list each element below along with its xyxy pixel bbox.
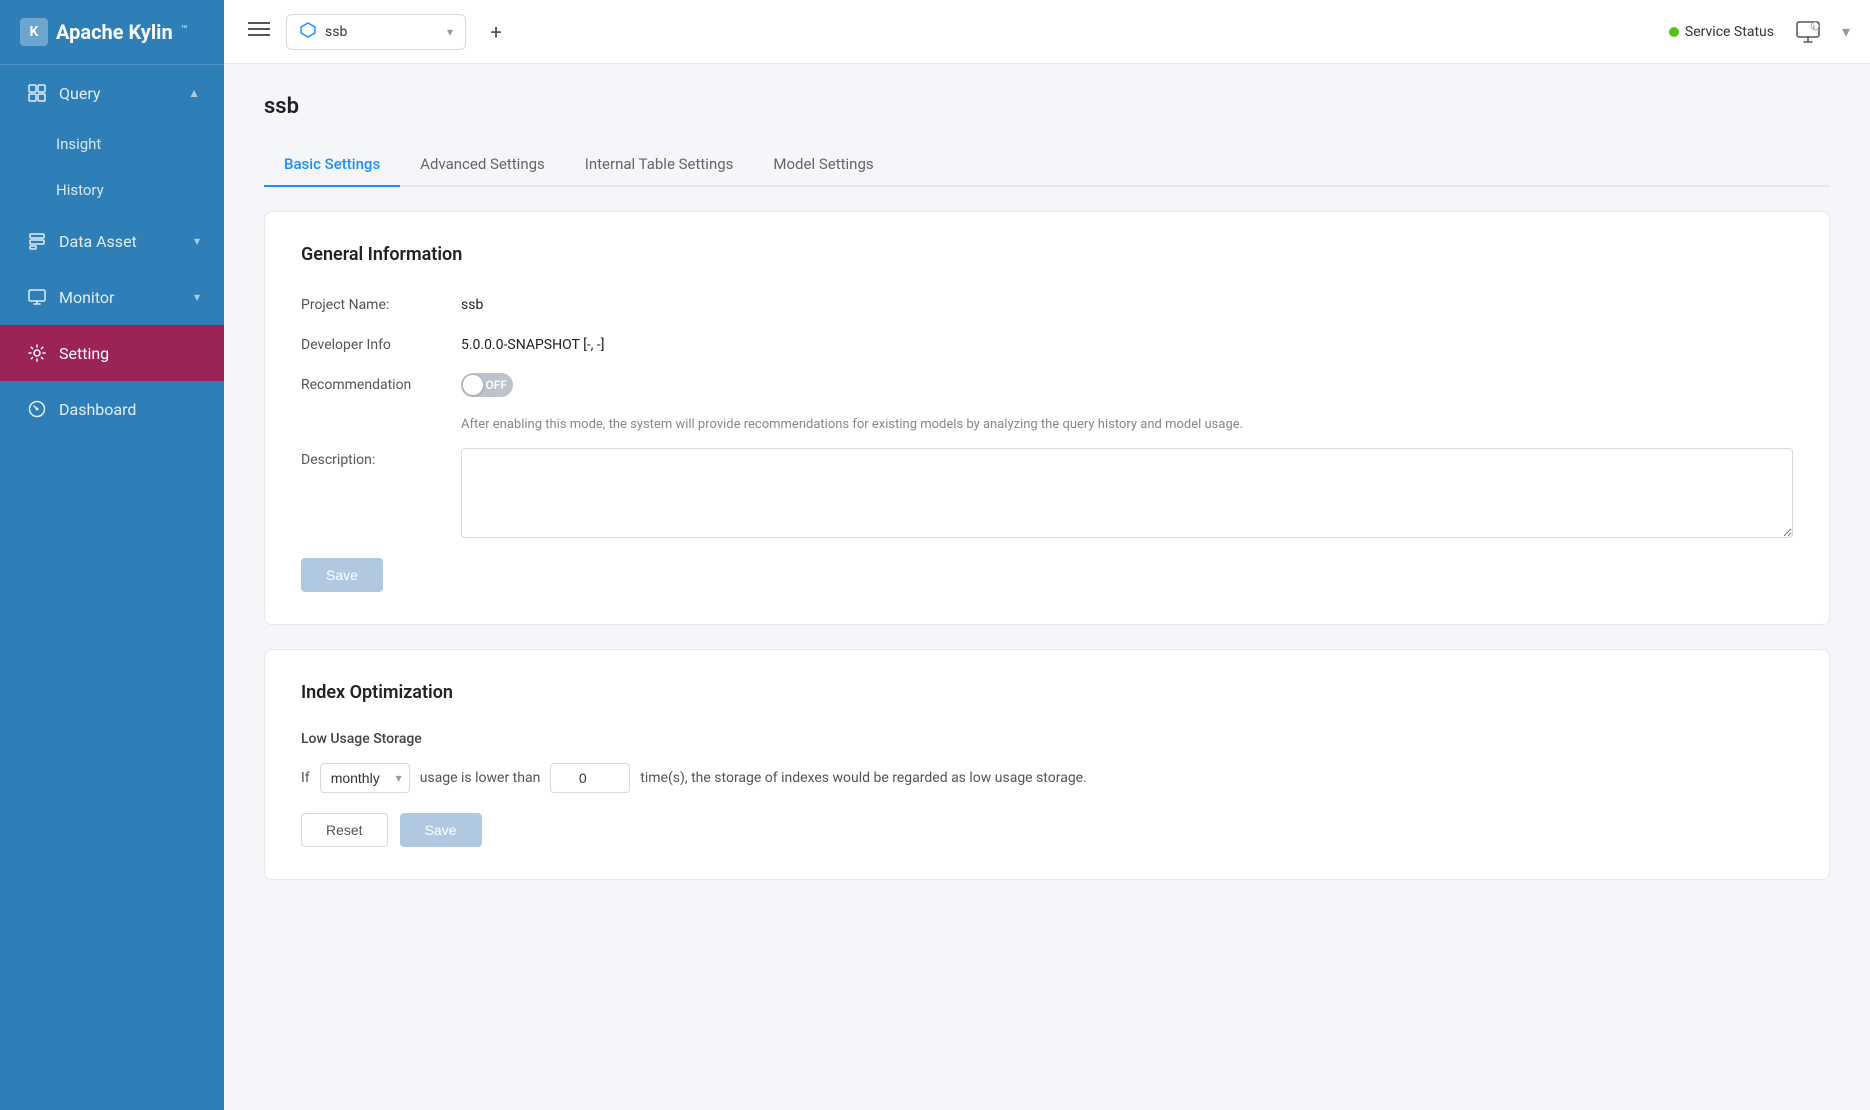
frequency-select-wrapper: monthly weekly daily bbox=[320, 763, 410, 793]
tab-model-settings[interactable]: Model Settings bbox=[753, 143, 893, 187]
sidebar-item-dashboard[interactable]: Dashboard bbox=[0, 381, 224, 437]
toggle-track: OFF bbox=[461, 373, 513, 397]
sidebar-item-history[interactable]: History bbox=[0, 167, 224, 213]
settings-tabs: Basic Settings Advanced Settings Interna… bbox=[264, 143, 1830, 187]
recommendation-toggle[interactable]: OFF bbox=[461, 373, 513, 397]
frequency-select[interactable]: monthly weekly daily bbox=[320, 763, 410, 793]
project-name-label: Project Name: bbox=[301, 293, 461, 313]
general-info-title: General Information bbox=[301, 244, 1793, 265]
dashboard-icon bbox=[27, 399, 47, 419]
if-label: If bbox=[301, 770, 310, 786]
svg-text:i: i bbox=[1813, 23, 1815, 31]
setting-icon bbox=[27, 343, 47, 363]
project-name-value: ssb bbox=[461, 293, 483, 313]
developer-info-value: 5.0.0.0-SNAPSHOT [-, -] bbox=[461, 333, 605, 353]
sidebar-item-label: Setting bbox=[59, 344, 109, 363]
tab-internal-table-settings[interactable]: Internal Table Settings bbox=[565, 143, 754, 187]
sidebar-item-query[interactable]: Query ▲ bbox=[0, 65, 224, 121]
dropdown-arrow-icon: ▾ bbox=[447, 25, 453, 39]
developer-info-row: Developer Info 5.0.0.0-SNAPSHOT [-, -] bbox=[301, 333, 1793, 353]
index-optimization-card: Index Optimization Low Usage Storage If … bbox=[264, 649, 1830, 880]
sidebar-item-insight[interactable]: Insight bbox=[0, 121, 224, 167]
toggle-off-label: OFF bbox=[486, 378, 508, 392]
sidebar-item-data-asset[interactable]: Data Asset ▾ bbox=[0, 213, 224, 269]
sidebar-item-monitor[interactable]: Monitor ▾ bbox=[0, 269, 224, 325]
usage-value-input[interactable] bbox=[550, 763, 630, 793]
data-asset-icon bbox=[27, 231, 47, 251]
recommendation-row: Recommendation OFF bbox=[301, 373, 1793, 397]
app-name: Apache Kylin bbox=[56, 20, 173, 44]
tab-advanced-settings[interactable]: Advanced Settings bbox=[400, 143, 565, 187]
sidebar-item-setting[interactable]: Setting bbox=[0, 325, 224, 381]
index-optimization-reset-button[interactable]: Reset bbox=[301, 813, 388, 847]
logo-icon: K bbox=[20, 18, 48, 46]
monitor-nav-icon bbox=[27, 287, 47, 307]
sidebar: K Apache Kylin ™ Query ▲ Insight History… bbox=[0, 0, 224, 1110]
hamburger-button[interactable] bbox=[244, 17, 274, 46]
service-status: Service Status bbox=[1669, 24, 1774, 40]
sidebar-sub-label: Insight bbox=[56, 135, 101, 153]
content-area: ssb Basic Settings Advanced Settings Int… bbox=[224, 64, 1870, 1110]
usage-lower-than-label: usage is lower than bbox=[420, 770, 541, 786]
app-trademark: ™ bbox=[181, 23, 188, 36]
sidebar-sub-label: History bbox=[56, 181, 104, 199]
recommendation-hint: After enabling this mode, the system wil… bbox=[461, 417, 1793, 432]
add-project-button[interactable]: + bbox=[478, 14, 514, 50]
service-status-label: Service Status bbox=[1685, 24, 1774, 40]
description-row: Description: bbox=[301, 448, 1793, 538]
general-info-card: General Information Project Name: ssb De… bbox=[264, 211, 1830, 625]
general-info-save-button[interactable]: Save bbox=[301, 558, 383, 592]
description-label: Description: bbox=[301, 448, 461, 468]
times-label: time(s), the storage of indexes would be… bbox=[640, 770, 1087, 786]
description-input[interactable] bbox=[461, 448, 1793, 538]
page-title: ssb bbox=[264, 94, 1830, 119]
low-usage-storage-label: Low Usage Storage bbox=[301, 731, 1793, 747]
toggle-thumb bbox=[463, 375, 483, 395]
developer-info-label: Developer Info bbox=[301, 333, 461, 353]
chevron-down-icon: ▾ bbox=[194, 234, 200, 248]
project-name: ssb bbox=[325, 24, 439, 40]
project-name-row: Project Name: ssb bbox=[301, 293, 1793, 313]
project-selector[interactable]: ssb ▾ bbox=[286, 14, 466, 50]
topbar-right: Service Status i ▾ bbox=[1669, 14, 1850, 50]
monitor-icon-button[interactable]: i bbox=[1790, 14, 1826, 50]
query-icon bbox=[27, 83, 47, 103]
sidebar-item-label: Data Asset bbox=[59, 232, 137, 251]
recommendation-label: Recommendation bbox=[301, 373, 461, 393]
general-info-actions: Save bbox=[301, 558, 1793, 592]
low-usage-row: If monthly weekly daily usage is lower t… bbox=[301, 763, 1793, 793]
index-optimization-title: Index Optimization bbox=[301, 682, 1793, 703]
sidebar-item-label: Query bbox=[59, 84, 100, 103]
chevron-down-icon: ▾ bbox=[194, 290, 200, 304]
project-icon bbox=[299, 21, 317, 43]
sidebar-item-label: Dashboard bbox=[59, 400, 136, 419]
status-dot-icon bbox=[1669, 27, 1679, 37]
chevron-up-icon: ▲ bbox=[188, 86, 200, 100]
sidebar-item-label: Monitor bbox=[59, 288, 114, 307]
index-optimization-actions: Reset Save bbox=[301, 813, 1793, 847]
app-logo: K Apache Kylin ™ bbox=[0, 0, 224, 65]
main-content: ssb ▾ + Service Status i ▾ ssb Basic Set… bbox=[224, 0, 1870, 1110]
topbar: ssb ▾ + Service Status i ▾ bbox=[224, 0, 1870, 64]
index-optimization-save-button[interactable]: Save bbox=[400, 813, 482, 847]
topbar-chevron-icon[interactable]: ▾ bbox=[1842, 22, 1850, 41]
tab-basic-settings[interactable]: Basic Settings bbox=[264, 143, 400, 187]
